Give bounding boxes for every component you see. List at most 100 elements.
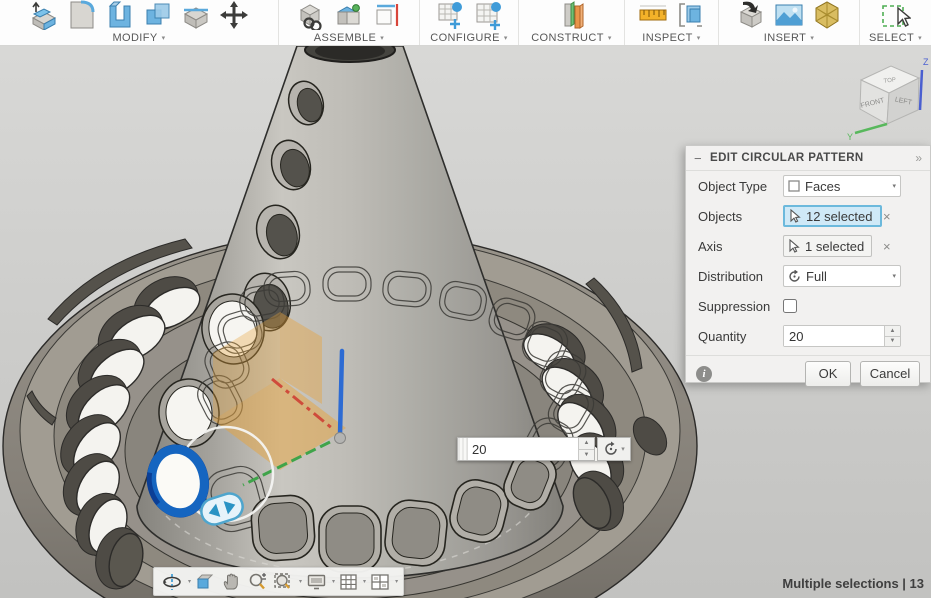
toolbar-group-modify: MODIFY▾ <box>0 0 278 45</box>
drag-grip[interactable] <box>458 438 468 460</box>
spin-down-button[interactable]: ▼ <box>579 450 594 461</box>
new-component-icon[interactable] <box>296 0 326 30</box>
dialog-footer: i OK Cancel <box>686 355 930 391</box>
full-distribution-icon <box>788 270 801 283</box>
section-analysis-icon[interactable] <box>676 0 706 30</box>
spin-up-button[interactable]: ▲ <box>885 326 900 337</box>
axis-selection-count: 1 selected <box>805 239 864 254</box>
expand-icon[interactable]: » <box>915 151 922 165</box>
origin-point[interactable] <box>335 433 346 444</box>
ok-button[interactable]: OK <box>805 361 851 387</box>
grid-snap-caret[interactable]: ▾ <box>363 578 366 585</box>
navigation-toolbar: ▾ ▾ ▾ ▾ ▾ <box>153 567 404 596</box>
configuration-icon[interactable] <box>435 0 465 30</box>
zoom-button[interactable] <box>245 570 269 593</box>
collapse-icon[interactable]: − <box>694 151 710 166</box>
move-copy-icon[interactable] <box>219 0 249 30</box>
toolbar-menu-assemble[interactable]: ASSEMBLE▾ <box>314 30 384 45</box>
joint-icon[interactable] <box>334 0 364 30</box>
view-cube[interactable]: TOP FRONT LEFT Z Y <box>845 54 931 144</box>
pattern-quantity-input[interactable] <box>468 442 578 457</box>
look-at-button[interactable] <box>193 570 217 593</box>
axis-clear-button[interactable]: × <box>883 239 891 254</box>
insert-derive-icon[interactable] <box>736 0 766 30</box>
quantity-field: ▲ ▼ <box>783 325 901 347</box>
cursor-icon <box>789 209 802 223</box>
quantity-label: Quantity <box>698 329 783 344</box>
fusion-window: MODIFY▾ ASSEMBLE▾ CONFIGURE▾ CONSTRUCT <box>0 0 931 598</box>
construction-plane-icon[interactable] <box>557 0 587 30</box>
rotate-icon <box>603 441 619 457</box>
insert-mesh-icon[interactable] <box>812 0 842 30</box>
axis-row: Axis 1 selected × <box>686 231 930 261</box>
suppression-label: Suppression <box>698 299 783 314</box>
pan-button[interactable] <box>219 570 243 593</box>
object-type-dropdown[interactable]: Faces ▾ <box>783 175 901 197</box>
toolbar-group-construct: CONSTRUCT▾ <box>519 0 624 45</box>
caret-down-icon: ▾ <box>810 34 814 42</box>
toolbar-menu-modify[interactable]: MODIFY▾ <box>112 30 165 45</box>
distribution-dropdown[interactable]: Full ▾ <box>783 265 901 287</box>
dialog-title: EDIT CIRCULAR PATTERN <box>710 152 915 164</box>
toolbar-menu-configure[interactable]: CONFIGURE▾ <box>430 30 508 45</box>
viewports-caret[interactable]: ▾ <box>395 578 398 585</box>
objects-selection-button[interactable]: 12 selected <box>783 205 882 227</box>
orbit-caret[interactable]: ▾ <box>188 578 191 585</box>
press-pull-icon[interactable] <box>29 0 59 30</box>
toolbar-menu-select[interactable]: SELECT▾ <box>869 30 922 45</box>
insert-canvas-icon[interactable] <box>774 0 804 30</box>
info-icon[interactable]: i <box>696 366 712 382</box>
combine-icon[interactable] <box>143 0 173 30</box>
display-settings-button[interactable] <box>304 570 329 593</box>
viewports-button[interactable] <box>368 570 392 593</box>
suppression-checkbox[interactable] <box>783 299 797 313</box>
fillet-icon[interactable] <box>67 0 97 30</box>
spin-up-button[interactable]: ▲ <box>579 438 594 450</box>
quantity-row: Quantity ▲ ▼ <box>686 321 930 351</box>
object-type-value: Faces <box>805 179 840 194</box>
object-type-label: Object Type <box>698 179 783 194</box>
caret-down-icon: ▾ <box>608 34 612 42</box>
select-window-icon[interactable] <box>881 0 911 30</box>
orbit-button[interactable] <box>159 570 185 593</box>
selection-status-text: Multiple selections | 13 <box>782 576 924 591</box>
objects-clear-button[interactable]: × <box>883 209 891 224</box>
caret-down-icon: ▾ <box>697 34 701 42</box>
view-cube-z-axis <box>920 70 922 110</box>
zoom-window-caret[interactable]: ▾ <box>299 578 302 585</box>
grid-snap-button[interactable] <box>337 570 360 593</box>
quantity-input[interactable] <box>784 326 884 346</box>
caret-down-icon: ▾ <box>162 34 166 42</box>
distribution-value: Full <box>806 269 827 284</box>
distribution-label: Distribution <box>698 269 783 284</box>
split-body-icon[interactable] <box>181 0 211 30</box>
dialog-header[interactable]: − EDIT CIRCULAR PATTERN » <box>686 146 930 171</box>
object-type-row: Object Type Faces ▾ <box>686 171 930 201</box>
toolbar-menu-inspect[interactable]: INSPECT▾ <box>642 30 700 45</box>
rotate-mode-button[interactable]: ▾ <box>597 437 631 461</box>
view-cube-y-axis <box>855 124 887 133</box>
rigid-group-icon[interactable] <box>372 0 402 30</box>
pattern-quantity-field[interactable]: ▲ ▼ <box>457 437 595 461</box>
measure-icon[interactable] <box>638 0 668 30</box>
y-axis-label: Y <box>847 132 853 142</box>
toolbar-group-inspect: INSPECT▾ <box>625 0 718 45</box>
axis-selection-button[interactable]: 1 selected <box>783 235 872 257</box>
z-axis-selected[interactable] <box>340 351 342 435</box>
caret-down-icon: ▾ <box>892 272 896 280</box>
zoom-window-button[interactable] <box>271 570 296 593</box>
caret-down-icon: ▾ <box>892 182 896 190</box>
toolbar-menu-insert[interactable]: INSERT▾ <box>764 30 814 45</box>
spin-down-button[interactable]: ▼ <box>885 337 900 347</box>
z-axis-label: Z <box>923 57 929 67</box>
suppression-row: Suppression <box>686 291 930 321</box>
display-settings-caret[interactable]: ▾ <box>332 578 335 585</box>
caret-down-icon: ▾ <box>621 445 625 453</box>
objects-selection-count: 12 selected <box>806 209 873 224</box>
toolbar-group-select: SELECT▾ <box>860 0 931 45</box>
toolbar-menu-construct[interactable]: CONSTRUCT▾ <box>531 30 612 45</box>
shell-icon[interactable] <box>105 0 135 30</box>
cancel-button[interactable]: Cancel <box>860 361 920 387</box>
caret-down-icon: ▾ <box>504 34 508 42</box>
configuration-table-icon[interactable] <box>473 0 503 30</box>
